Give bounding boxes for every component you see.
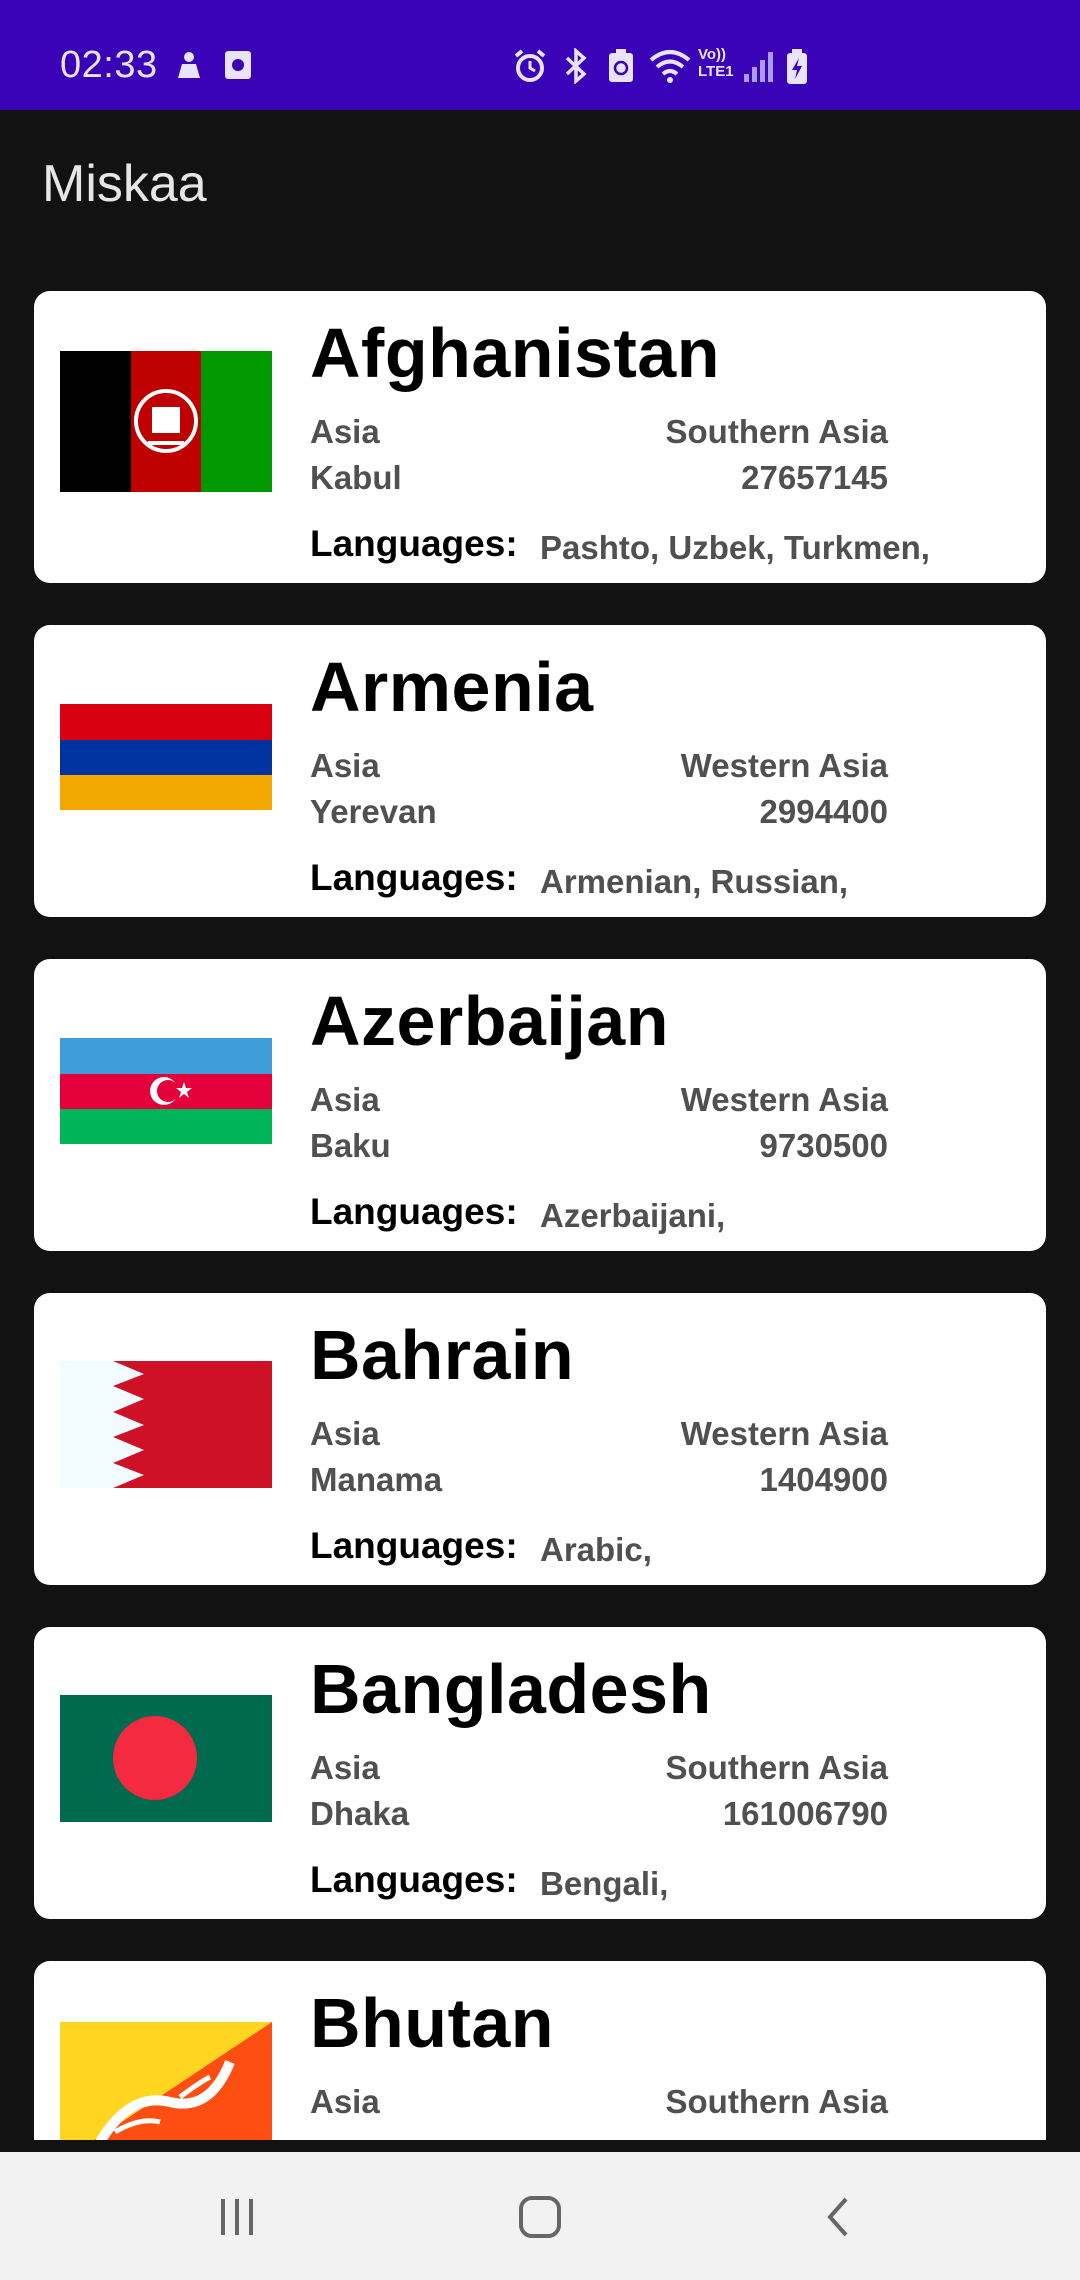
signal-icon — [742, 48, 776, 89]
country-region: Asia — [310, 1415, 380, 1452]
country-list[interactable]: Afghanistan Asia Southern Asia Kabul 276… — [0, 260, 1080, 2140]
country-subregion: Western Asia — [680, 1081, 888, 1118]
country-name: Bhutan — [310, 1984, 555, 2062]
app-title: Miskaa — [42, 155, 207, 213]
country-region: Asia — [310, 1081, 380, 1118]
country-region: Asia — [310, 2083, 380, 2120]
languages-label: Languages: — [310, 1859, 518, 1900]
country-subregion: Southern Asia — [665, 413, 888, 450]
recent-apps-icon[interactable] — [197, 2182, 277, 2252]
languages-label: Languages: — [310, 857, 518, 898]
country-subregion: Southern Asia — [665, 2083, 888, 2120]
country-languages: Arabic, — [540, 1531, 652, 1568]
home-icon[interactable] — [500, 2182, 580, 2252]
country-population: 27657145 — [741, 459, 888, 496]
status-bar: 02:33 Vo)) LTE1 — [0, 0, 1080, 110]
bangladesh-flag-icon — [60, 1695, 272, 1822]
languages-label: Languages: — [310, 1191, 518, 1232]
country-name: Armenia — [310, 648, 594, 726]
screen-recorder-icon — [222, 48, 254, 87]
country-name: Bahrain — [310, 1316, 575, 1394]
bahrain-flag-icon — [60, 1361, 272, 1488]
country-subregion: Western Asia — [680, 747, 888, 784]
country-capital: Manama — [310, 1461, 443, 1498]
bhutan-flag-icon — [60, 2022, 272, 2140]
app-bar: Miskaa — [0, 110, 1080, 260]
country-region: Asia — [310, 747, 380, 784]
country-capital: Kabul — [310, 459, 402, 496]
country-card-bhutan[interactable]: Bhutan Asia Southern Asia — [34, 1961, 1046, 2140]
country-card-bahrain[interactable]: Bahrain Asia Western Asia Manama 1404900… — [34, 1293, 1046, 1585]
volte-lte-icon: Vo)) LTE1 — [698, 46, 740, 80]
country-name: Afghanistan — [310, 314, 720, 392]
country-capital: Dhaka — [310, 1795, 410, 1832]
afghanistan-flag-icon — [60, 351, 272, 492]
country-region: Asia — [310, 1749, 380, 1786]
country-region: Asia — [310, 413, 380, 450]
notification-icon — [172, 48, 206, 87]
languages-label: Languages: — [310, 1525, 518, 1566]
azerbaijan-flag-icon — [60, 1038, 272, 1144]
status-time: 02:33 — [60, 44, 158, 86]
country-name: Azerbaijan — [310, 982, 669, 1060]
battery-saver-icon — [606, 48, 636, 89]
country-population: 161006790 — [722, 1795, 888, 1832]
bluetooth-icon — [562, 47, 590, 89]
navigation-bar — [0, 2152, 1080, 2280]
country-card-afghanistan[interactable]: Afghanistan Asia Southern Asia Kabul 276… — [34, 291, 1046, 583]
network-label-bottom: LTE1 — [698, 63, 734, 80]
alarm-icon — [512, 48, 548, 89]
country-population: 2994400 — [759, 793, 888, 830]
country-languages: Bengali, — [540, 1865, 669, 1902]
wifi-icon — [648, 48, 692, 89]
battery-charging-icon — [784, 48, 810, 91]
network-label-top: Vo)) — [698, 46, 727, 63]
country-card-armenia[interactable]: Armenia Asia Western Asia Yerevan 299440… — [34, 625, 1046, 917]
country-name: Bangladesh — [310, 1650, 712, 1728]
country-population: 1404900 — [759, 1461, 888, 1498]
country-languages: Pashto, Uzbek, Turkmen, — [540, 529, 930, 566]
country-capital: Baku — [310, 1127, 391, 1164]
country-subregion: Western Asia — [680, 1415, 888, 1452]
country-languages: Azerbaijani, — [540, 1197, 726, 1234]
back-icon[interactable] — [800, 2182, 880, 2252]
country-card-bangladesh[interactable]: Bangladesh Asia Southern Asia Dhaka 1610… — [34, 1627, 1046, 1919]
country-languages: Armenian, Russian, — [540, 863, 849, 900]
languages-label: Languages: — [310, 523, 518, 564]
country-card-azerbaijan[interactable]: Azerbaijan Asia Western Asia Baku 973050… — [34, 959, 1046, 1251]
country-capital: Yerevan — [310, 793, 437, 830]
country-population: 9730500 — [759, 1127, 888, 1164]
country-subregion: Southern Asia — [665, 1749, 888, 1786]
armenia-flag-icon — [60, 704, 272, 810]
